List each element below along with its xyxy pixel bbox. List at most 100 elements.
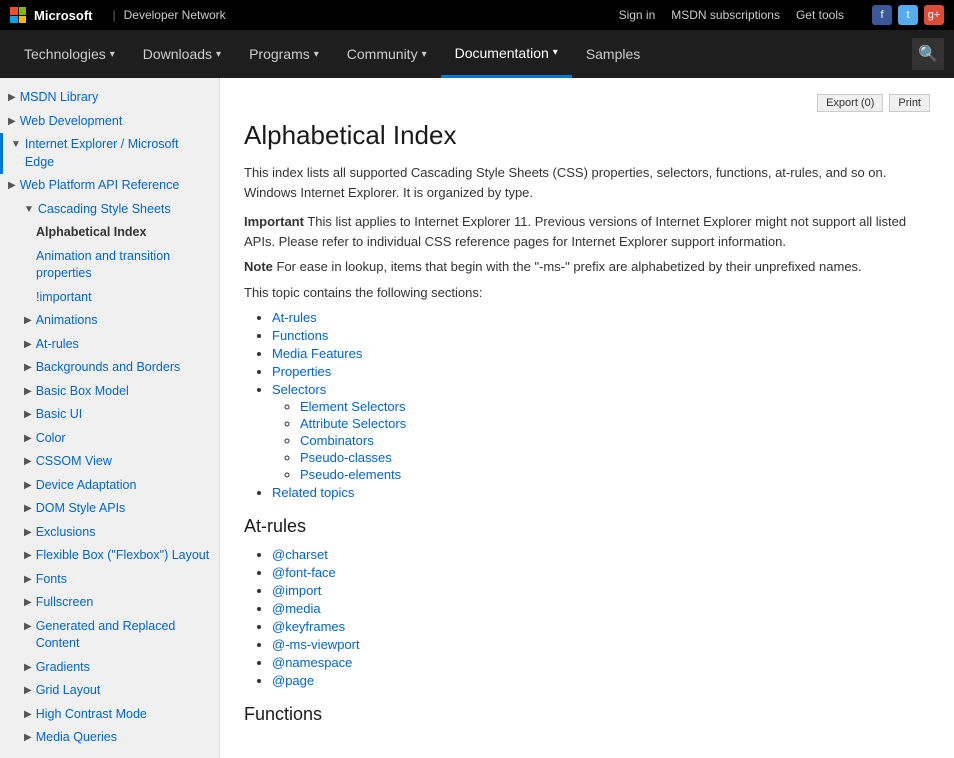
list-item: @import <box>272 583 930 598</box>
nav-programs[interactable]: Programs ▾ <box>235 30 333 78</box>
sidebar-item-generated[interactable]: ▶ Generated and Replaced Content <box>0 615 219 656</box>
chevron-icon: ▾ <box>314 49 319 60</box>
search-icon: 🔍 <box>918 44 938 64</box>
toc-combinators: Combinators <box>300 433 930 448</box>
list-item: @font-face <box>272 565 930 580</box>
toc-attribute-selectors: Attribute Selectors <box>300 416 930 431</box>
sidebar-item-msdn-library[interactable]: ▶ MSDN Library <box>0 86 219 110</box>
arrow-down-icon: ▼ <box>24 203 34 217</box>
sidebar-item-fonts[interactable]: ▶ Fonts <box>0 568 219 592</box>
export-button[interactable]: Export (0) <box>817 94 883 112</box>
sidebar-item-gradients[interactable]: ▶ Gradients <box>0 656 219 680</box>
nav-technologies[interactable]: Technologies ▾ <box>10 30 129 78</box>
network-label: Developer Network <box>124 8 226 22</box>
toolbar-right: Export (0) Print <box>244 94 930 112</box>
chevron-icon: ▾ <box>110 49 115 60</box>
arrow-icon: ▶ <box>24 731 32 745</box>
content-area: ▶ MSDN Library ▶ Web Development ▼ Inter… <box>0 78 954 758</box>
sidebar-item-color[interactable]: ▶ Color <box>0 427 219 451</box>
arrow-icon: ▶ <box>24 338 32 352</box>
sidebar-item-media-queries[interactable]: ▶ Media Queries <box>0 726 219 750</box>
arrow-icon: ▶ <box>24 549 32 563</box>
toc-media-features: Media Features <box>272 346 930 361</box>
top-bar: Microsoft | Developer Network Sign in MS… <box>0 0 954 30</box>
arrow-icon: ▶ <box>24 661 32 675</box>
arrow-icon: ▶ <box>24 596 32 610</box>
brand-label: Microsoft <box>34 8 93 23</box>
arrow-icon: ▶ <box>24 314 32 328</box>
sidebar-item-animations[interactable]: ▶ Animations <box>0 309 219 333</box>
list-item: @media <box>272 601 930 616</box>
sidebar-item-animation[interactable]: Animation and transition properties <box>0 245 219 286</box>
toc-at-rules: At-rules <box>272 310 930 325</box>
sidebar-item-high-contrast[interactable]: ▶ High Contrast Mode <box>0 703 219 727</box>
print-button[interactable]: Print <box>889 94 930 112</box>
arrow-icon: ▶ <box>8 115 16 129</box>
sidebar-item-web-platform[interactable]: ▶ Web Platform API Reference <box>0 174 219 198</box>
subscriptions-link[interactable]: MSDN subscriptions <box>671 8 780 22</box>
arrow-icon: ▶ <box>8 179 16 193</box>
nav-bar: Technologies ▾ Downloads ▾ Programs ▾ Co… <box>0 30 954 78</box>
main-content: Export (0) Print Alphabetical Index This… <box>220 78 954 758</box>
list-item: @keyframes <box>272 619 930 634</box>
functions-heading: Functions <box>244 704 930 725</box>
sidebar-item-fullscreen[interactable]: ▶ Fullscreen <box>0 591 219 615</box>
sidebar-item-flexbox[interactable]: ▶ Flexible Box ("Flexbox") Layout <box>0 544 219 568</box>
toc-pseudo-elements: Pseudo-elements <box>300 467 930 482</box>
social-icons: f t g+ <box>872 5 944 25</box>
important-text: This list applies to Internet Explorer 1… <box>244 214 906 249</box>
toc-list: At-rules Functions Media Features Proper… <box>244 310 930 500</box>
sidebar-item-css[interactable]: ▼ Cascading Style Sheets <box>0 198 219 222</box>
facebook-icon[interactable]: f <box>872 5 892 25</box>
intro-text: This index lists all supported Cascading… <box>244 163 930 202</box>
sidebar-item-at-rules[interactable]: ▶ At-rules <box>0 333 219 357</box>
sidebar-item-ie-edge[interactable]: ▼ Internet Explorer / Microsoft Edge <box>0 133 219 174</box>
nav-documentation[interactable]: Documentation ▾ <box>441 30 572 78</box>
arrow-down-icon: ▼ <box>11 138 21 152</box>
sidebar-item-web-dev[interactable]: ▶ Web Development <box>0 110 219 134</box>
signin-link[interactable]: Sign in <box>619 8 656 22</box>
toc-related-topics: Related topics <box>272 485 930 500</box>
important-note: Important This list applies to Internet … <box>244 212 930 251</box>
toc-pseudo-classes: Pseudo-classes <box>300 450 930 465</box>
list-item: @-ms-viewport <box>272 637 930 652</box>
tools-link[interactable]: Get tools <box>796 8 844 22</box>
list-item: @charset <box>272 547 930 562</box>
search-button[interactable]: 🔍 <box>912 38 944 70</box>
sidebar-item-basic-ui[interactable]: ▶ Basic UI <box>0 403 219 427</box>
arrow-icon: ▶ <box>24 361 32 375</box>
selectors-sublist: Element Selectors Attribute Selectors Co… <box>272 399 930 482</box>
nav-samples[interactable]: Samples <box>572 30 654 78</box>
googleplus-icon[interactable]: g+ <box>924 5 944 25</box>
sidebar-item-exclusions[interactable]: ▶ Exclusions <box>0 521 219 545</box>
sidebar-item-cssom-view[interactable]: ▶ CSSOM View <box>0 450 219 474</box>
twitter-icon[interactable]: t <box>898 5 918 25</box>
arrow-icon: ▶ <box>24 408 32 422</box>
arrow-icon: ▶ <box>24 479 32 493</box>
top-bar-links: Sign in MSDN subscriptions Get tools f t… <box>619 5 944 25</box>
sidebar-item-dom-style[interactable]: ▶ DOM Style APIs <box>0 497 219 521</box>
sidebar-item-basic-box[interactable]: ▶ Basic Box Model <box>0 380 219 404</box>
at-rules-list: @charset @font-face @import @media @keyf… <box>244 547 930 688</box>
chevron-icon: ▾ <box>553 47 558 58</box>
ms-logo-grid <box>10 7 26 23</box>
arrow-icon: ▶ <box>8 91 16 105</box>
sidebar-item-grid-layout[interactable]: ▶ Grid Layout <box>0 679 219 703</box>
toc-properties: Properties <box>272 364 930 379</box>
arrow-icon: ▶ <box>24 455 32 469</box>
page-title: Alphabetical Index <box>244 120 930 151</box>
sidebar-item-important[interactable]: !important <box>0 286 219 310</box>
chevron-icon: ▾ <box>422 49 427 60</box>
toc-functions: Functions <box>272 328 930 343</box>
arrow-icon: ▶ <box>24 432 32 446</box>
nav-downloads[interactable]: Downloads ▾ <box>129 30 235 78</box>
arrow-icon: ▶ <box>24 620 32 634</box>
note-block: Note For ease in lookup, items that begi… <box>244 257 930 277</box>
sidebar-item-device-adaptation[interactable]: ▶ Device Adaptation <box>0 474 219 498</box>
sidebar-item-backgrounds[interactable]: ▶ Backgrounds and Borders <box>0 356 219 380</box>
sidebar: ▶ MSDN Library ▶ Web Development ▼ Inter… <box>0 78 220 758</box>
list-item: @page <box>272 673 930 688</box>
nav-community[interactable]: Community ▾ <box>333 30 441 78</box>
at-rules-heading: At-rules <box>244 516 930 537</box>
arrow-icon: ▶ <box>24 684 32 698</box>
